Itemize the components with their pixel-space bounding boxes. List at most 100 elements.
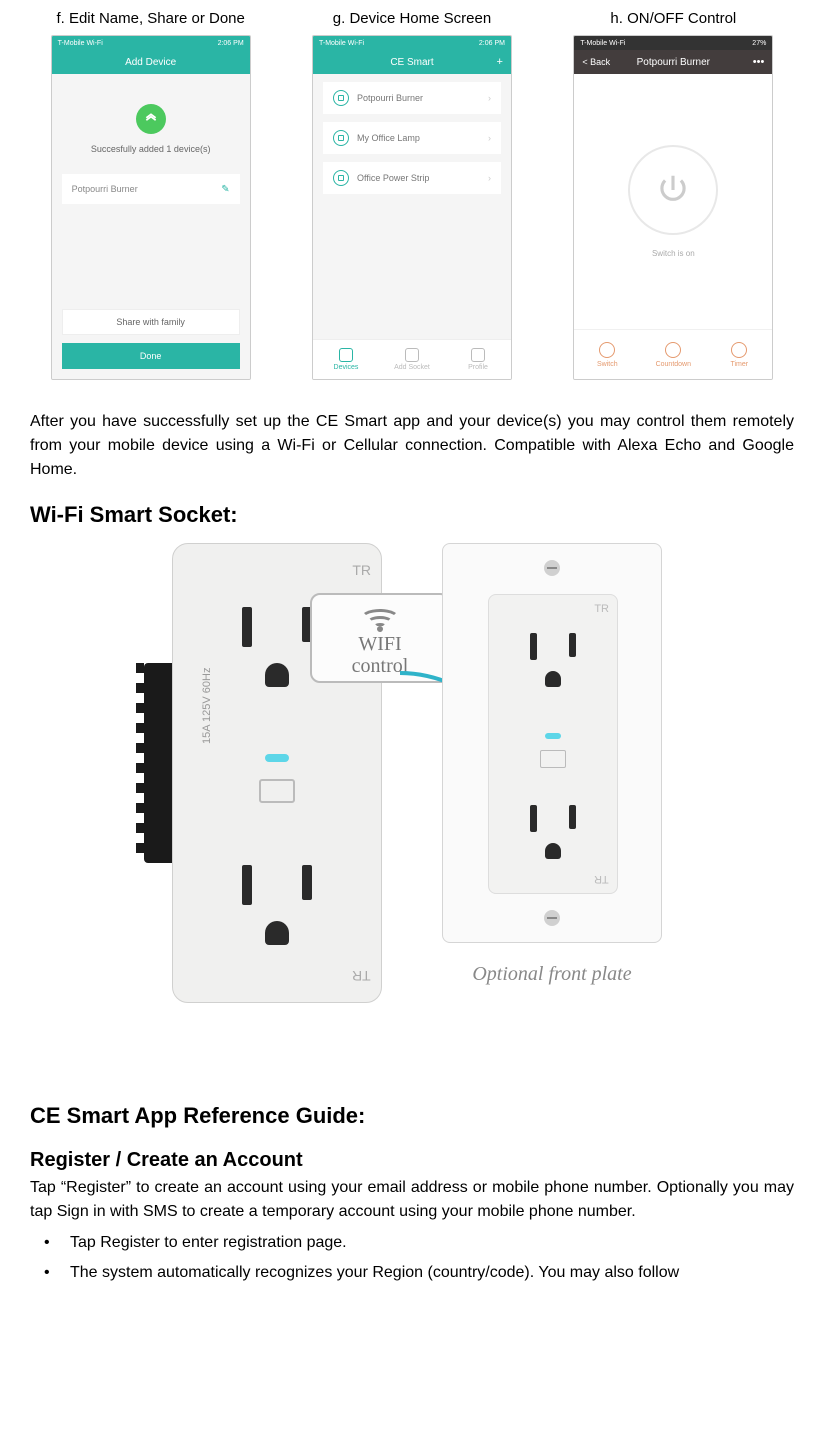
phone-f: T-Mobile Wi-Fi 2:06 PM Add Device Succes… [51,35,251,380]
register-bullets: Tap Register to enter registration page.… [30,1230,794,1285]
tr-label: TR [594,603,609,615]
wifi-icon [360,599,400,629]
guide-heading: CE Smart App Reference Guide: [30,1103,794,1129]
tab-label: Timer [730,361,748,368]
led-indicator [265,754,289,762]
caption-g: g. Device Home Screen [333,10,491,27]
status-left: T-Mobile Wi-Fi [319,40,364,47]
tr-label: TR [352,968,371,984]
nav-bar-h: < Back Potpourri Burner ••• [574,50,772,74]
led-indicator-r [545,733,561,739]
share-button[interactable]: Share with family [62,309,240,335]
plug-icon [333,90,349,106]
screw-top [544,560,560,576]
list-item-label: Office Power Strip [357,173,429,183]
check-wrap [52,74,250,134]
tr-label: TR [594,873,609,885]
body-h: Switch is on Switch Countdown Timer [574,74,772,379]
status-bar-h: T-Mobile Wi-Fi 27% [574,36,772,50]
register-heading: Register / Create an Account [30,1149,794,1172]
tab-label: Devices [334,364,359,371]
screw-bottom [544,910,560,926]
after-setup-paragraph: After you have successfully set up the C… [30,410,794,482]
status-right: 27% [752,40,766,47]
phone-h: T-Mobile Wi-Fi 27% < Back Potpourri Burn… [573,35,773,380]
list-item-label: My Office Lamp [357,133,420,143]
caption-h: h. ON/OFF Control [610,10,736,27]
bottom-tabs: Devices Add Socket Profile [313,339,511,379]
tab-add[interactable]: Add Socket [379,340,445,379]
tab-label: Add Socket [394,364,430,371]
phone-g: T-Mobile Wi-Fi 2:06 PM CE Smart + Potpou… [312,35,512,380]
tab-label: Profile [468,364,488,371]
more-icon[interactable]: ••• [753,56,765,68]
pairing-button-r [540,750,566,768]
device-name-value: Potpourri Burner [72,184,138,194]
socket-right: TR TR Optional front plate [442,543,662,986]
tr-label: TR [352,562,371,578]
power-icon [654,171,692,209]
tab-devices[interactable]: Devices [313,340,379,379]
done-button[interactable]: Done [62,343,240,369]
faceplate: TR TR [442,543,662,943]
check-icon [136,104,166,134]
switch-icon [599,342,615,358]
bullet-item: The system automatically recognizes your… [30,1260,794,1286]
list-item-label: Potpourri Burner [357,93,423,103]
control-tabs: Switch Countdown Timer [574,329,772,379]
edit-icon[interactable]: ✎ [221,184,229,195]
status-left: T-Mobile Wi-Fi [58,40,103,47]
body-g: Potpourri Burner › My Office Lamp › Offi… [313,74,511,379]
status-bar-g: T-Mobile Wi-Fi 2:06 PM [313,36,511,50]
profile-icon [471,348,485,362]
screenshot-f: f. Edit Name, Share or Done T-Mobile Wi-… [30,10,271,380]
nav-title-h: Potpourri Burner [637,57,710,68]
wifi-text-1: WIFI [352,633,409,655]
add-socket-icon [405,348,419,362]
pairing-button [259,779,295,803]
power-area: Switch is on [574,74,772,329]
chevron-right-icon: › [488,133,491,143]
tab-profile[interactable]: Profile [445,340,511,379]
list-item[interactable]: Office Power Strip › [323,162,501,194]
bullet-item: Tap Register to enter registration page. [30,1230,794,1256]
tab-countdown[interactable]: Countdown [640,330,706,379]
devices-icon [339,348,353,362]
plug-icon [333,130,349,146]
chevron-right-icon: › [488,93,491,103]
list-item[interactable]: My Office Lamp › [323,122,501,154]
add-icon[interactable]: + [497,56,503,68]
status-right: 2:06 PM [218,40,244,47]
register-paragraph: Tap “Register” to create an account usin… [30,1176,794,1224]
plug-icon [333,170,349,186]
screenshots-row: f. Edit Name, Share or Done T-Mobile Wi-… [30,10,794,380]
nav-title-f: Add Device [125,57,176,68]
socket-figure: TR TR 15A 125V 60Hz WIFI control [30,543,794,1063]
heatsink [144,663,174,863]
wifi-control-badge: WIFI control [310,593,450,683]
tab-label: Countdown [656,361,691,368]
nav-bar-f: Add Device [52,50,250,74]
countdown-icon [665,342,681,358]
screenshot-h: h. ON/OFF Control T-Mobile Wi-Fi 27% < B… [553,10,794,380]
power-button[interactable] [628,145,718,235]
inner-panel: TR TR [488,594,618,894]
receptacle-bottom-r [518,795,588,865]
receptacle-top-r [518,623,588,693]
success-text: Succesfully added 1 device(s) [52,144,250,154]
back-button[interactable]: < Back [582,57,610,67]
chevron-right-icon: › [488,173,491,183]
wifi-text-2: control [352,655,409,677]
tab-switch[interactable]: Switch [574,330,640,379]
tab-label: Switch [597,361,618,368]
tab-timer[interactable]: Timer [706,330,772,379]
nav-bar-g: CE Smart + [313,50,511,74]
rating-label: 15A 125V 60Hz [201,668,213,744]
body-f: Succesfully added 1 device(s) Potpourri … [52,74,250,379]
switch-status: Switch is on [652,249,695,258]
status-left: T-Mobile Wi-Fi [580,40,625,47]
status-right: 2:06 PM [479,40,505,47]
list-item[interactable]: Potpourri Burner › [323,82,501,114]
device-name-row[interactable]: Potpourri Burner ✎ [62,174,240,204]
screenshot-g: g. Device Home Screen T-Mobile Wi-Fi 2:0… [291,10,532,380]
